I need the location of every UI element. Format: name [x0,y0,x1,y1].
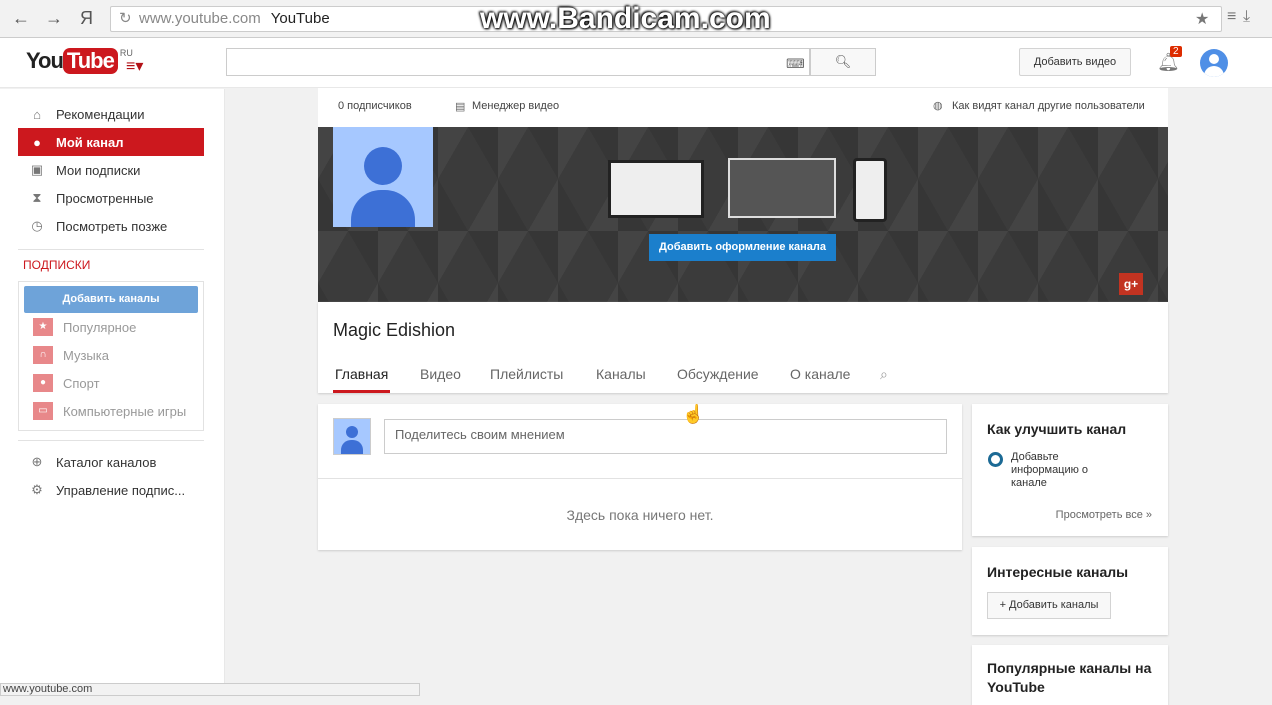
subscriber-count: 0 подписчиков [338,100,412,112]
tab-playlists[interactable]: Плейлисты [490,366,563,393]
divider [318,478,962,479]
sub-label: Компьютерные игры [63,403,187,419]
notification-badge: 2 [1170,46,1182,57]
user-thumbnail [333,418,371,455]
add-channel-art-button[interactable]: Добавить оформление канала [649,234,836,261]
sidebar-item-channel-catalog[interactable]: ⊕ Каталог каналов [18,448,204,476]
back-button[interactable]: ← [12,8,30,29]
gear-icon: ⚙ [31,482,43,497]
tab-channels[interactable]: Каналы [596,366,646,393]
user-icon: ● [33,134,41,150]
empty-message: Здесь пока ничего нет. [566,507,714,523]
clock-icon: ◷ [31,218,43,233]
sidebar-item-label: Мои подписки [56,162,141,178]
sub-item-games[interactable]: ▭ Компьютерные игры [33,402,186,420]
add-channels-button[interactable]: Добавить каналы [24,286,198,313]
sub-item-music[interactable]: ∩ Музыка [33,346,109,364]
sidebar-item-label: Посмотреть позже [56,218,168,234]
channel-banner [318,127,1168,302]
download-icon[interactable]: ⤓ [1243,8,1250,26]
star-icon: ★ [33,318,53,336]
gamepad-icon: ▭ [33,402,53,420]
channel-search-icon[interactable]: ⌕ [880,366,888,393]
status-bar: www.youtube.com [0,683,420,696]
subscriptions-heading: ПОДПИСКИ [23,258,91,272]
tab-about[interactable]: О канале [790,366,850,393]
sidebar-item-history[interactable]: ⧗ Просмотренные [18,184,204,212]
sidebar-item-label: Мой канал [56,134,124,150]
sidebar-item-label: Управление подпис... [56,482,186,498]
url-host: www.youtube.com [139,10,261,27]
yandex-button[interactable]: Я [80,8,93,29]
sidebar-item-subscriptions[interactable]: ▣ Мои подписки [18,156,204,184]
globe-icon: ◍ [933,100,943,112]
avatar[interactable] [1200,49,1228,77]
channel-avatar[interactable] [333,127,433,227]
share-input[interactable]: Поделитесь своим мнением [384,419,947,454]
video-manager-link[interactable]: Менеджер видео [472,100,559,112]
circle-icon [988,452,1003,467]
tab-home[interactable]: Главная [333,366,391,393]
watermark: www.Bandicam.com [480,2,771,35]
sub-label: Музыка [63,347,109,363]
tab-videos[interactable]: Видео [420,366,461,393]
sidebar-item-recommended[interactable]: ⌂ Рекомендации [18,100,204,128]
tab-discussion[interactable]: Обсуждение [677,366,759,393]
forward-button[interactable]: → [45,8,63,29]
reload-icon[interactable]: ↻ [119,7,132,31]
channel-name: Magic Edishion [333,320,456,340]
view-as-link[interactable]: Как видят канал другие пользователи [952,100,1145,112]
subscriptions-icon: ▣ [30,162,44,177]
popular-title: Популярные каналы на YouTube [987,660,1152,695]
search-input[interactable] [226,48,810,76]
divider [18,440,204,441]
improve-item[interactable]: Добавьте информацию о канале [1011,451,1111,490]
add-channels-button[interactable]: + Добавить каналы [987,592,1111,619]
laptop-icon [608,160,704,218]
url-title: YouTube [270,10,330,27]
youtube-logo[interactable]: You Tube RU [26,48,133,74]
sub-item-sport[interactable]: ● Спорт [33,374,100,392]
sidebar-item-my-channel[interactable]: ● Мой канал [18,128,204,156]
medal-icon: ● [33,374,53,392]
phone-icon [853,158,887,222]
keyboard-icon[interactable]: ⌨ [786,56,805,72]
sidebar-item-manage-subs[interactable]: ⚙ Управление подпис... [18,476,204,504]
google-plus-icon[interactable]: g+ [1119,273,1143,295]
video-manager-icon: ▤ [455,101,466,113]
home-icon: ⌂ [33,106,41,122]
divider [18,249,204,250]
improve-title: Как улучшить канал [987,421,1127,437]
plus-circle-icon: ⊕ [31,454,43,469]
improve-channel-card: Как улучшить канал Добавьте информацию о… [972,404,1168,536]
sub-label: Популярное [63,319,137,335]
channel-top-bar: 0 подписчиков ▤ Менеджер видео ◍ Как вид… [318,88,1168,127]
upload-button[interactable]: Добавить видео [1019,48,1131,76]
sub-label: Спорт [63,375,100,391]
logo-you: You [26,48,64,73]
sub-item-popular[interactable]: ★ Популярное [33,318,136,336]
sidebar-item-label: Каталог каналов [56,454,157,470]
sidebar-item-watch-later[interactable]: ◷ Посмотреть позже [18,212,204,240]
tv-icon [728,158,836,218]
search-icon: 🔍︎ [834,54,852,69]
bookmark-star-icon[interactable]: ★ [1195,9,1209,29]
hourglass-icon: ⧗ [32,190,42,205]
view-all-link[interactable]: Просмотреть все » [1056,509,1152,521]
guide-menu-icon[interactable]: ≡▾ [126,56,143,76]
headphones-icon: ∩ [33,346,53,364]
logo-tube: Tube [62,48,118,74]
menu-icon[interactable]: ≡ [1227,8,1236,26]
sidebar-item-label: Рекомендации [56,106,145,122]
cursor-icon: ☝ [682,404,705,424]
interesting-channels-card: Интересные каналы + Добавить каналы [972,547,1168,635]
sidebar-item-label: Просмотренные [56,190,154,206]
interesting-title: Интересные каналы [987,564,1129,580]
search-button[interactable]: 🔍︎ [810,48,876,76]
popular-channels-card: Популярные каналы на YouTube [972,645,1168,705]
